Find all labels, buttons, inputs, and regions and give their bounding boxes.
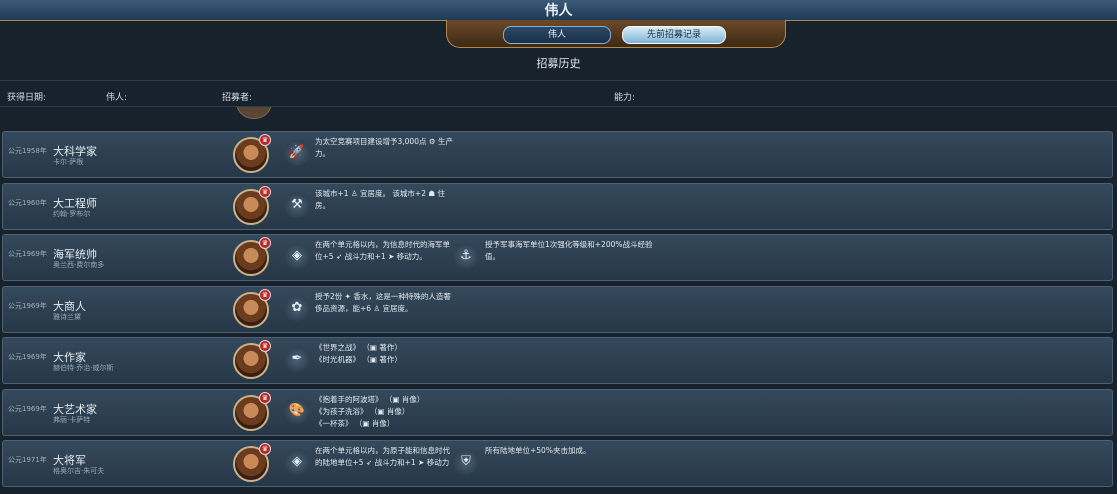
record-list[interactable]: 公元1958年 大科学家 卡尔·萨根 ♛ 🚀 为太空竞赛项目建设增予3,000点 ⚙ 生产… (0, 107, 1117, 494)
compass-icon: ◈ (284, 243, 310, 269)
compass-icon: ◈ (284, 449, 310, 475)
record-row[interactable]: 公元1958年 大科学家 卡尔·萨根 ♛ 🚀 为太空竞赛项目建设增予3,000点 ⚙ 生产… (2, 131, 1113, 178)
great-person-name: 格奥尔吉·朱可夫 (53, 467, 105, 475)
tab-bar: 伟人 先前招募记录 (446, 20, 786, 48)
anchor-icon: ⚓ (453, 243, 479, 269)
ability-text: 《抱着手的阿波塔》 （▣ 肖像） 《为孩子洗浴》 （▣ 肖像） 《一杯茶》 （▣… (315, 394, 425, 428)
record-row[interactable]: 公元1960年 大工程师 约翰·罗布尔 ♛ ⚒ 该城市+1 ♙ 宜居度。 该城市+2 ☗ … (2, 182, 1113, 230)
divider (0, 80, 1117, 81)
civ-badge-icon: ♛ (259, 185, 271, 198)
great-person-name: 约翰·罗布尔 (53, 209, 91, 218)
section-title: 招募历史 (536, 57, 581, 70)
col-header-recruiter: 招募者: (222, 93, 253, 103)
window-title: 伟人 (544, 3, 573, 19)
civ-badge-icon: ♛ (259, 443, 271, 455)
record-date: 公元1969年 (8, 353, 47, 361)
great-person-name: 赫伯特·乔治·威尔斯 (53, 364, 114, 372)
record-date: 公元1971年 (8, 456, 47, 464)
record-date: 公元1958年 (8, 147, 47, 155)
civ-badge-icon: ♛ (259, 134, 271, 146)
hammer-wrench-icon: ⚒ (284, 191, 310, 218)
title-bar: 伟人 (0, 0, 1117, 21)
great-person-name: 雅诗兰黛 (53, 312, 81, 321)
ability-text: 在两个单元格以内，为原子能和信息时代的陆地单位+5 ➶ 战斗力和+1 ➤ 移动力 (315, 446, 450, 467)
record-date: 公元1960年 (8, 198, 47, 207)
civ-badge-icon: ♛ (259, 391, 271, 404)
col-header-person: 伟人: (106, 93, 128, 103)
perfume-icon: ✿ (284, 294, 310, 321)
tab-great-people[interactable]: 伟人 (503, 26, 611, 44)
previous-portrait-stub (236, 107, 272, 119)
ability-text: 《世界之战》 （▣ 著作） 《时光机器》 （▣ 著作） (315, 343, 402, 364)
ability-text: 授予2份 ✦ 香水，这是一种特殊的人造奢侈品资源，能+6 ♙ 宜居度。 (315, 291, 451, 313)
record-row[interactable]: 公元1969年 大艺术家 弗丽·卡萨特 ♛ 🎨 《抱着手的阿波塔》 （▣ 肖像） 《为孩子… (2, 388, 1113, 436)
record-row[interactable]: 公元1969年 大作家 赫伯特·乔治·威尔斯 ♛ ✒ 《世界之战》 （▣ 著作） 《时光机… (2, 337, 1113, 384)
shield-banner-icon: ⛨ (453, 449, 479, 475)
ability-text: 授予军事海军单位1次强化等级和+200%战斗经验值。 (485, 240, 653, 261)
quill-icon: ✒ (284, 346, 310, 372)
record-row[interactable]: 公元1969年 海军统帅 奥兰西·费尔南多 ♛ ◈ 在两个单元格以内，为信息时代的海军单位… (2, 234, 1113, 281)
great-person-name: 弗丽·卡萨特 (53, 415, 91, 424)
ability-text: 该城市+1 ♙ 宜居度。 该城市+2 ☗ 住房。 (315, 188, 445, 210)
ability-text: 为太空竞赛项目建设增予3,000点 ⚙ 生产力。 (315, 137, 453, 158)
great-person-name: 奥兰西·费尔南多 (53, 261, 105, 269)
great-person-name: 卡尔·萨根 (53, 158, 84, 166)
record-row[interactable]: 公元1971年 大将军 格奥尔吉·朱可夫 ♛ ◈ 在两个单元格以内，为原子能和信息时代的陆… (2, 440, 1113, 487)
civ-badge-icon: ♛ (259, 340, 271, 352)
tab-previous-recruits[interactable]: 先前招募记录 (622, 26, 726, 44)
ability-text: 所有陆地单位+50%夹击加成。 (485, 446, 591, 455)
record-row[interactable]: 公元1969年 大商人 雅诗兰黛 ♛ ✿ 授予2份 ✦ 香水，这是一种特殊的人造奢侈品资源… (2, 285, 1113, 333)
palette-icon: 🎨 (284, 397, 310, 424)
rocket-icon: 🚀 (284, 140, 310, 166)
col-header-date: 获得日期: (7, 93, 47, 103)
record-date: 公元1969年 (8, 301, 47, 310)
civ-badge-icon: ♛ (259, 288, 271, 301)
record-date: 公元1969年 (8, 404, 47, 413)
civ-badge-icon: ♛ (259, 237, 271, 249)
record-date: 公元1969年 (8, 250, 47, 258)
col-header-ability: 能力: (614, 93, 636, 103)
ability-text: 在两个单元格以内，为信息时代的海军单位+5 ➶ 战斗力和+1 ➤ 移动力。 (315, 240, 450, 261)
